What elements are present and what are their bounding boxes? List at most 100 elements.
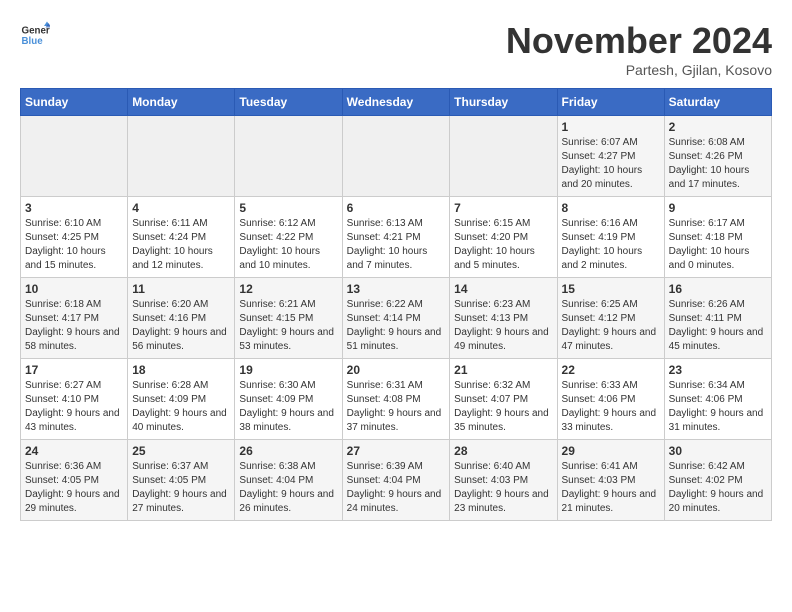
calendar-cell: 28 Sunrise: 6:40 AM Sunset: 4:03 PM Dayli… [450, 440, 557, 521]
calendar-week-row: 1 Sunrise: 6:07 AM Sunset: 4:27 PM Daylig… [21, 116, 772, 197]
calendar-cell: 30 Sunrise: 6:42 AM Sunset: 4:02 PM Dayli… [664, 440, 771, 521]
month-title: November 2024 [506, 20, 772, 62]
day-info: Sunrise: 6:23 AM Sunset: 4:13 PM Dayligh… [454, 298, 552, 354]
weekday-header: Thursday [450, 89, 557, 116]
day-number: 5 [239, 201, 337, 215]
day-number: 9 [669, 201, 767, 215]
day-number: 22 [562, 363, 660, 377]
day-number: 26 [239, 444, 337, 458]
calendar-cell: 2 Sunrise: 6:08 AM Sunset: 4:26 PM Daylig… [664, 116, 771, 197]
title-block: November 2024 Partesh, Gjilan, Kosovo [506, 20, 772, 78]
calendar-cell: 12 Sunrise: 6:21 AM Sunset: 4:15 PM Dayli… [235, 278, 342, 359]
calendar-cell: 21 Sunrise: 6:32 AM Sunset: 4:07 PM Dayli… [450, 359, 557, 440]
calendar-week-row: 10Sunrise: 6:18 AM Sunset: 4:17 PM Dayli… [21, 278, 772, 359]
day-number: 24 [25, 444, 123, 458]
calendar-cell: 17 Sunrise: 6:27 AM Sunset: 4:10 PM Dayli… [21, 359, 128, 440]
day-number: 16 [669, 282, 767, 296]
calendar-cell: 9 Sunrise: 6:17 AM Sunset: 4:18 PM Daylig… [664, 197, 771, 278]
day-info: Sunrise: 6:26 AM Sunset: 4:11 PM Dayligh… [669, 298, 767, 354]
calendar-cell [21, 116, 128, 197]
day-info: Sunrise: 6:07 AM Sunset: 4:27 PM Dayligh… [562, 136, 660, 192]
day-number: 19 [239, 363, 337, 377]
calendar-cell: 19Sunrise: 6:30 AM Sunset: 4:09 PM Dayli… [235, 359, 342, 440]
calendar-cell: 23Sunrise: 6:34 AM Sunset: 4:06 PM Dayli… [664, 359, 771, 440]
day-number: 12 [239, 282, 337, 296]
calendar-cell: 8 Sunrise: 6:16 AM Sunset: 4:19 PM Daylig… [557, 197, 664, 278]
calendar-cell: 15 Sunrise: 6:25 AM Sunset: 4:12 PM Dayli… [557, 278, 664, 359]
calendar-cell: 18 Sunrise: 6:28 AM Sunset: 4:09 PM Dayli… [128, 359, 235, 440]
calendar-cell: 10Sunrise: 6:18 AM Sunset: 4:17 PM Dayli… [21, 278, 128, 359]
day-number: 1 [562, 120, 660, 134]
day-info: Sunrise: 6:18 AM Sunset: 4:17 PM Dayligh… [25, 298, 123, 354]
logo: General Blue [20, 20, 50, 50]
page-header: General Blue November 2024 Partesh, Gjil… [20, 20, 772, 78]
day-number: 11 [132, 282, 230, 296]
calendar-week-row: 17 Sunrise: 6:27 AM Sunset: 4:10 PM Dayli… [21, 359, 772, 440]
calendar-cell [128, 116, 235, 197]
day-info: Sunrise: 6:08 AM Sunset: 4:26 PM Dayligh… [669, 136, 767, 192]
logo-icon: General Blue [20, 20, 50, 50]
calendar-table: SundayMondayTuesdayWednesdayThursdayFrid… [20, 88, 772, 521]
calendar-cell: 29 Sunrise: 6:41 AM Sunset: 4:03 PM Dayli… [557, 440, 664, 521]
day-number: 21 [454, 363, 552, 377]
day-info: Sunrise: 6:25 AM Sunset: 4:12 PM Dayligh… [562, 298, 660, 354]
calendar-cell: 13Sunrise: 6:22 AM Sunset: 4:14 PM Dayli… [342, 278, 450, 359]
day-info: Sunrise: 6:21 AM Sunset: 4:15 PM Dayligh… [239, 298, 337, 354]
day-number: 13 [347, 282, 446, 296]
day-info: Sunrise: 6:31 AM Sunset: 4:08 PM Dayligh… [347, 379, 446, 435]
weekday-header: Saturday [664, 89, 771, 116]
calendar-cell: 27Sunrise: 6:39 AM Sunset: 4:04 PM Dayli… [342, 440, 450, 521]
day-info: Sunrise: 6:34 AM Sunset: 4:06 PM Dayligh… [669, 379, 767, 435]
day-info: Sunrise: 6:33 AM Sunset: 4:06 PM Dayligh… [562, 379, 660, 435]
day-number: 8 [562, 201, 660, 215]
day-number: 4 [132, 201, 230, 215]
calendar-cell [342, 116, 450, 197]
calendar-cell: 7 Sunrise: 6:15 AM Sunset: 4:20 PM Daylig… [450, 197, 557, 278]
day-number: 20 [347, 363, 446, 377]
calendar-cell: 1 Sunrise: 6:07 AM Sunset: 4:27 PM Daylig… [557, 116, 664, 197]
day-number: 2 [669, 120, 767, 134]
weekday-header: Monday [128, 89, 235, 116]
day-info: Sunrise: 6:39 AM Sunset: 4:04 PM Dayligh… [347, 460, 446, 516]
day-info: Sunrise: 6:32 AM Sunset: 4:07 PM Dayligh… [454, 379, 552, 435]
day-info: Sunrise: 6:27 AM Sunset: 4:10 PM Dayligh… [25, 379, 123, 435]
calendar-cell: 22 Sunrise: 6:33 AM Sunset: 4:06 PM Dayli… [557, 359, 664, 440]
weekday-header: Wednesday [342, 89, 450, 116]
svg-text:Blue: Blue [22, 36, 44, 47]
calendar-cell: 16 Sunrise: 6:26 AM Sunset: 4:11 PM Dayli… [664, 278, 771, 359]
calendar-cell: 4Sunrise: 6:11 AM Sunset: 4:24 PM Daylig… [128, 197, 235, 278]
day-info: Sunrise: 6:28 AM Sunset: 4:09 PM Dayligh… [132, 379, 230, 435]
calendar-cell: 14Sunrise: 6:23 AM Sunset: 4:13 PM Dayli… [450, 278, 557, 359]
day-number: 28 [454, 444, 552, 458]
day-number: 29 [562, 444, 660, 458]
calendar-cell: 26 Sunrise: 6:38 AM Sunset: 4:04 PM Dayli… [235, 440, 342, 521]
day-info: Sunrise: 6:41 AM Sunset: 4:03 PM Dayligh… [562, 460, 660, 516]
day-info: Sunrise: 6:38 AM Sunset: 4:04 PM Dayligh… [239, 460, 337, 516]
calendar-cell: 20 Sunrise: 6:31 AM Sunset: 4:08 PM Dayli… [342, 359, 450, 440]
calendar-cell: 25 Sunrise: 6:37 AM Sunset: 4:05 PM Dayli… [128, 440, 235, 521]
day-number: 6 [347, 201, 446, 215]
day-number: 17 [25, 363, 123, 377]
day-number: 30 [669, 444, 767, 458]
day-number: 7 [454, 201, 552, 215]
day-info: Sunrise: 6:42 AM Sunset: 4:02 PM Dayligh… [669, 460, 767, 516]
day-number: 25 [132, 444, 230, 458]
day-info: Sunrise: 6:17 AM Sunset: 4:18 PM Dayligh… [669, 217, 767, 273]
day-info: Sunrise: 6:20 AM Sunset: 4:16 PM Dayligh… [132, 298, 230, 354]
day-info: Sunrise: 6:37 AM Sunset: 4:05 PM Dayligh… [132, 460, 230, 516]
location-subtitle: Partesh, Gjilan, Kosovo [506, 62, 772, 78]
day-info: Sunrise: 6:13 AM Sunset: 4:21 PM Dayligh… [347, 217, 446, 273]
calendar-cell [450, 116, 557, 197]
calendar-week-row: 24Sunrise: 6:36 AM Sunset: 4:05 PM Dayli… [21, 440, 772, 521]
day-info: Sunrise: 6:15 AM Sunset: 4:20 PM Dayligh… [454, 217, 552, 273]
day-number: 15 [562, 282, 660, 296]
calendar-cell: 6 Sunrise: 6:13 AM Sunset: 4:21 PM Daylig… [342, 197, 450, 278]
calendar-cell: 3Sunrise: 6:10 AM Sunset: 4:25 PM Daylig… [21, 197, 128, 278]
calendar-cell: 24Sunrise: 6:36 AM Sunset: 4:05 PM Dayli… [21, 440, 128, 521]
day-info: Sunrise: 6:12 AM Sunset: 4:22 PM Dayligh… [239, 217, 337, 273]
day-info: Sunrise: 6:40 AM Sunset: 4:03 PM Dayligh… [454, 460, 552, 516]
day-number: 18 [132, 363, 230, 377]
day-info: Sunrise: 6:16 AM Sunset: 4:19 PM Dayligh… [562, 217, 660, 273]
weekday-header: Friday [557, 89, 664, 116]
day-info: Sunrise: 6:10 AM Sunset: 4:25 PM Dayligh… [25, 217, 123, 273]
